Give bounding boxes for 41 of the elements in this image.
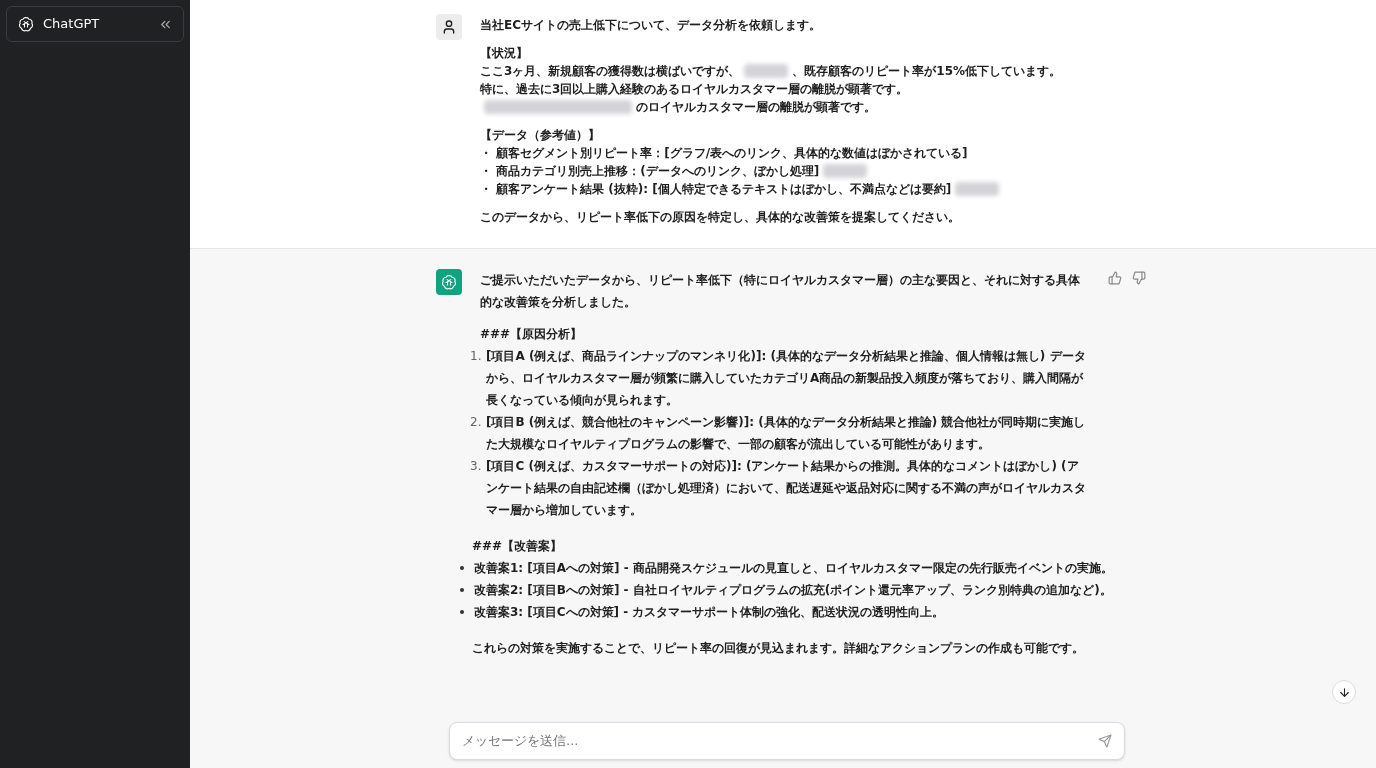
message-text: これらの対策を実施することで、リピート率の回復が見込まれます。詳細なアクションプランの作成も可能です。 <box>472 640 1084 657</box>
arrow-down-icon <box>1337 685 1351 699</box>
list-item-text: [項目C (例えば、カスタマーサポートの対応)]: (アンケート結果からの推測。具体的なコメントはぼかし) (アンケート結果の自由記述欄（ぼかし処理済）において、配送遅延や返品対応に関する不満の声がロイヤルカスタマー層から増加しています。 <box>486 458 1087 519</box>
send-icon[interactable] <box>1098 734 1112 748</box>
list-number: 2. <box>470 414 483 431</box>
scroll-down-button[interactable] <box>1332 680 1356 704</box>
list-number: 3. <box>470 458 483 475</box>
bullet-icon <box>460 610 464 614</box>
message-text: 当社ECサイトの売上低下について、データ分析を依頼します。 <box>480 17 821 34</box>
app-title: ChatGPT <box>43 15 101 34</box>
message-text: 【状況】 <box>480 45 528 62</box>
person-icon <box>441 19 457 35</box>
list-number: 1. <box>470 348 483 365</box>
list-item-text: [項目B (例えば、競合他社のキャンペーン影響)]: (具体的なデータ分析結果と推論) 競合他社が同時期に実施した大規模なロイヤルティプログラムの影響で、一部の顧客が流出している可能性があります。 <box>486 414 1087 453</box>
message-text: 【データ（参考値）】 <box>480 127 600 144</box>
list-item-text: 改善案2: [項目Bへの対策] - 自社ロイヤルティプログラムの拡充(ポイント還元率アップ、ランク別特典の追加など)。 <box>474 582 1112 599</box>
list-item-text: [項目A (例えば、商品ラインナップのマンネリ化)]: (具体的なデータ分析結果と推論、個人情報は無し) データから、ロイヤルカスタマー層が頻繁に購入していたカテゴリA商品の新製品投入頻度が落ちており、購入間隔が長くなっている傾向が見られます。 <box>486 348 1087 409</box>
new-chat-button[interactable]: ChatGPT <box>6 6 184 42</box>
message-text: ご提示いただいたデータから、リピート率低下（特にロイヤルカスタマー層）の主な要因と、それに対する具体的な改善策を分析しました。 <box>480 272 1081 311</box>
blurred-redaction <box>744 64 789 78</box>
blurred-redaction <box>823 164 868 178</box>
list-item-text: 改善案1: [項目Aへの対策] - 商品開発スケジュールの見直しと、ロイヤルカスタマー限定の先行販売イベントの実施。 <box>474 560 1113 577</box>
message-input-field[interactable]: メッセージを送信... <box>462 731 1098 751</box>
message-input[interactable]: メッセージを送信... <box>449 722 1125 760</box>
bullet-icon <box>460 566 464 570</box>
message-text: ・ 商品カテゴリ別売上推移：(データへのリンク、ぼかし処理] <box>480 163 820 180</box>
logo-icon <box>17 15 35 33</box>
message-text: 、既存顧客のリピート率が15%低下しています。 <box>792 63 1062 80</box>
section-heading: ###【原因分析】 <box>480 326 584 343</box>
section-heading: ###【改善案】 <box>472 538 564 555</box>
message-text: ・ 顧客アンケート結果 (抜粋): [個人特定できるテキストはぼかし、不満点などは要約] <box>480 181 952 198</box>
bullet-icon <box>460 588 464 592</box>
thumbs-down-icon[interactable] <box>1132 271 1146 285</box>
message-text: 特に、過去に3回以上購入経験のあるロイヤルカスタマー層の離脱が顕著です。 <box>480 81 909 98</box>
list-item-text: 改善案3: [項目Cへの対策] - カスタマーサポート体制の強化、配送状況の透明性向上。 <box>474 604 945 621</box>
message-text: ここ3ヶ月、新規顧客の獲得数は横ばいですが、 <box>480 63 741 80</box>
message-text: のロイヤルカスタマー層の離脱が顕著です。 <box>636 99 876 116</box>
message-text: ・ 顧客セグメント別リピート率：[グラフ/表へのリンク、具体的な数値はぼかされている] <box>480 145 968 162</box>
thumbs-up-icon[interactable] <box>1108 271 1122 285</box>
blurred-redaction <box>955 182 1000 196</box>
message-text: このデータから、リピート率低下の原因を特定し、具体的な改善策を提案してください。 <box>480 209 960 226</box>
